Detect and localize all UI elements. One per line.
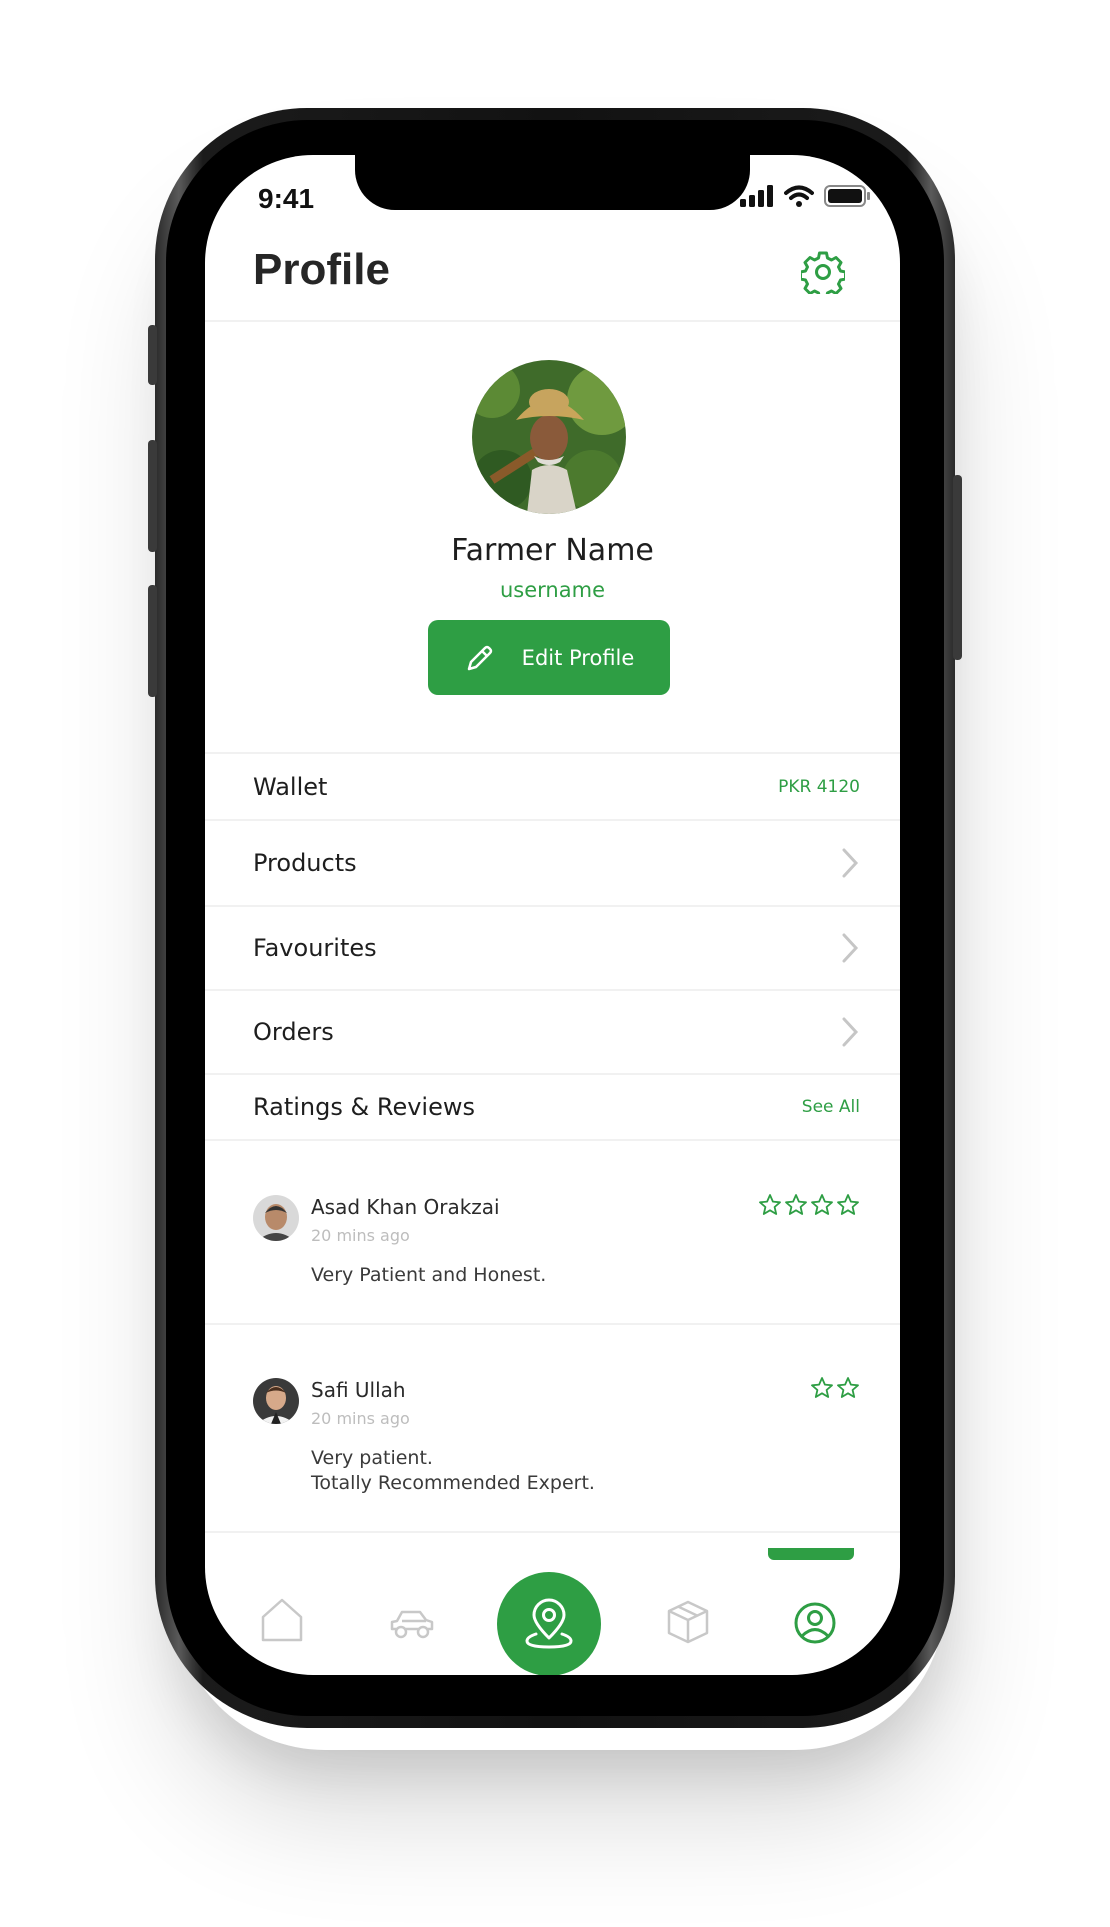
reviewer-name: Asad Khan Orakzai [311, 1195, 500, 1219]
star-outline-icon [785, 1194, 807, 1215]
header-divider [205, 320, 900, 322]
ratings-header: Ratings & Reviews See All [205, 1075, 900, 1139]
profile-name: Farmer Name [451, 533, 654, 568]
menu-item-label: Orders [253, 1018, 334, 1046]
tab-vehicles[interactable] [388, 1607, 436, 1645]
see-all-link[interactable]: See All [802, 1097, 860, 1117]
wifi-icon [784, 185, 814, 207]
star-outline-icon [837, 1194, 859, 1215]
volume-down-button [148, 585, 157, 697]
notch [355, 155, 750, 210]
tab-home[interactable] [260, 1597, 304, 1647]
tab-products[interactable] [665, 1599, 711, 1649]
menu-item-favourites[interactable]: Favourites [205, 907, 900, 989]
wallet-row[interactable]: Wallet PKR 4120 [205, 755, 900, 819]
chevron-right-icon [842, 848, 859, 878]
power-button [953, 475, 962, 660]
status-icons [740, 185, 870, 207]
settings-button[interactable] [799, 250, 847, 300]
profile-username: username [500, 578, 605, 602]
avatar [253, 1195, 299, 1241]
avatar [253, 1378, 299, 1424]
bottom-tab-bar [205, 1555, 900, 1675]
review-stars [810, 1376, 860, 1400]
user-circle-icon [794, 1602, 836, 1644]
page-title: Profile [253, 245, 390, 294]
app-screen: 9:41 Profile Farmer Name username Edit P… [205, 155, 900, 1675]
box-icon [667, 1600, 709, 1644]
location-pin-icon [525, 1598, 573, 1649]
ratings-title: Ratings & Reviews [253, 1093, 475, 1121]
row-divider [205, 1139, 900, 1141]
profile-divider [205, 752, 900, 754]
profile-avatar[interactable] [472, 360, 626, 514]
home-icon [261, 1598, 303, 1642]
menu-item-label: Favourites [253, 934, 377, 962]
wallet-balance: PKR 4120 [778, 777, 860, 797]
review-time: 20 mins ago [311, 1226, 410, 1245]
menu-item-orders[interactable]: Orders [205, 991, 900, 1073]
gear-icon [799, 251, 847, 300]
star-outline-icon [759, 1194, 781, 1215]
tab-profile[interactable] [793, 1601, 837, 1649]
pencil-icon [467, 645, 492, 670]
farmer-photo [472, 360, 626, 514]
star-outline-icon [811, 1194, 833, 1215]
review-text-line: Totally Recommended Expert. [311, 1472, 595, 1494]
review-text: Very patient. Totally Recommended Expert… [311, 1446, 595, 1496]
review-text: Very Patient and Honest. [311, 1264, 547, 1286]
star-outline-icon [811, 1377, 833, 1398]
review-divider [205, 1531, 900, 1533]
chevron-right-icon [842, 1017, 859, 1047]
silent-switch [148, 325, 157, 385]
status-time: 9:41 [258, 183, 315, 214]
battery-icon [824, 185, 870, 207]
edit-profile-label: Edit Profile [521, 645, 635, 670]
review-divider [205, 1323, 900, 1325]
review-stars [758, 1193, 860, 1217]
review-item: Asad Khan Orakzai 20 mins ago Very Patie… [253, 1193, 860, 1286]
menu-item-label: Products [253, 849, 357, 877]
review-text-line: Very patient. [311, 1447, 433, 1469]
review-item: Safi Ullah 20 mins ago Very patient. Tot… [253, 1376, 860, 1494]
edit-profile-button[interactable]: Edit Profile [428, 620, 670, 695]
star-outline-icon [837, 1377, 859, 1398]
tab-location[interactable] [497, 1572, 601, 1675]
signal-icon [740, 185, 773, 207]
car-icon [390, 1610, 434, 1639]
reviewer-name: Safi Ullah [311, 1378, 406, 1402]
volume-up-button [148, 440, 157, 552]
review-time: 20 mins ago [311, 1409, 410, 1428]
menu-item-products[interactable]: Products [205, 821, 900, 905]
chevron-right-icon [842, 933, 859, 963]
wallet-label: Wallet [253, 773, 328, 801]
